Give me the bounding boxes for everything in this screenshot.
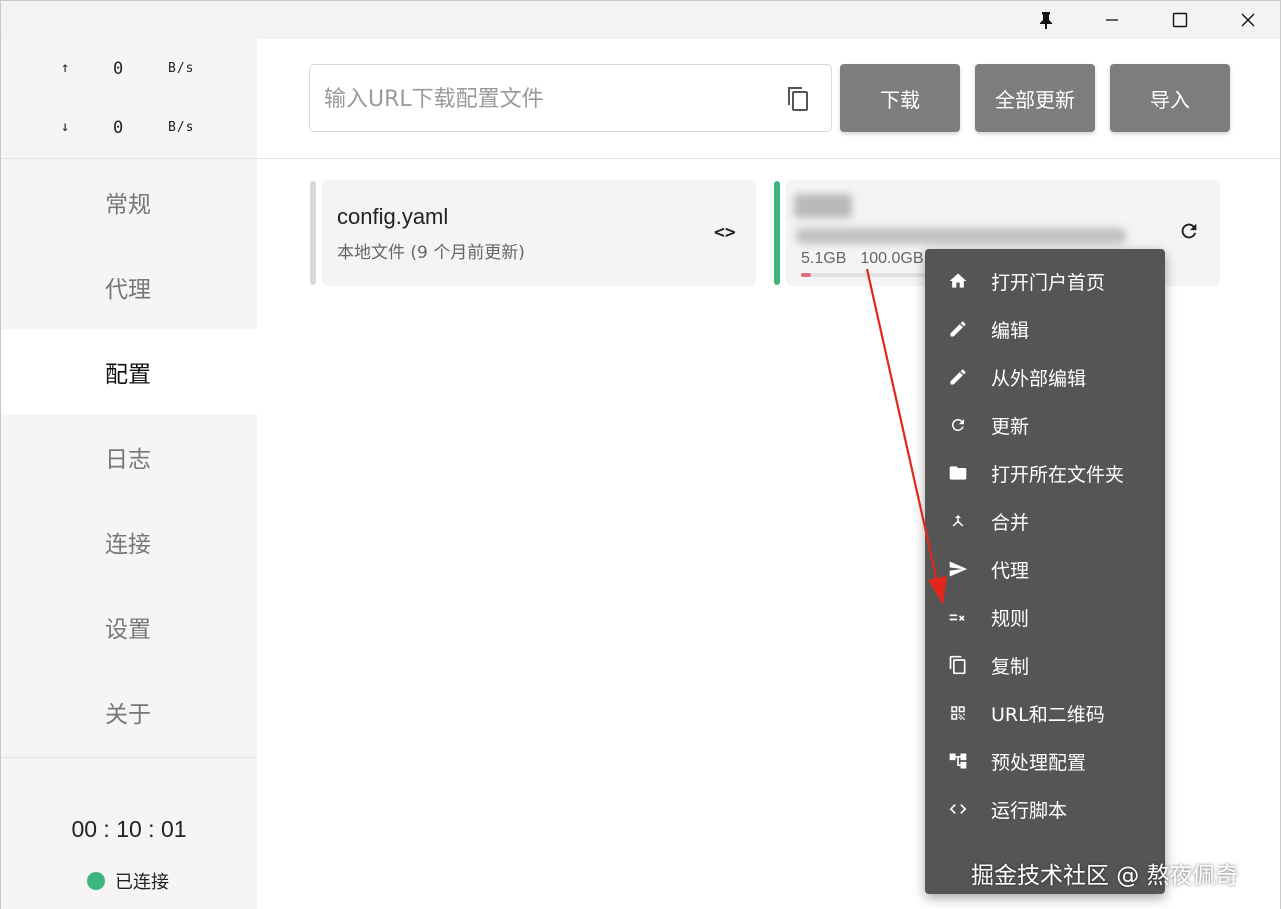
menu-item-label: 更新 — [991, 415, 1030, 438]
menu-item-label: 打开门户首页 — [991, 271, 1106, 294]
tree-icon — [947, 750, 969, 772]
menu-item-label: 预处理配置 — [991, 751, 1087, 774]
connection-label: 已连接 — [115, 872, 169, 893]
menu-item-open-folder[interactable]: 打开所在文件夹 — [925, 449, 1165, 497]
menu-item-label: 从外部编辑 — [991, 367, 1087, 390]
upload-speed: ↑ 0 B/s — [1, 55, 257, 85]
send-icon — [947, 558, 969, 580]
sidebar-item-logs[interactable]: 日志 — [1, 414, 257, 499]
url-input-box — [309, 64, 832, 132]
pencil-icon — [947, 366, 969, 388]
menu-item-label: URL和二维码 — [991, 703, 1105, 726]
refresh-icon — [947, 414, 969, 436]
menu-item-merge[interactable]: 合并 — [925, 497, 1165, 545]
menu-item-edit[interactable]: 编辑 — [925, 305, 1165, 353]
menu-item-label: 复制 — [991, 655, 1030, 678]
menu-item-label: 合并 — [991, 511, 1030, 534]
menu-item-update[interactable]: 更新 — [925, 401, 1165, 449]
menu-item-external-edit[interactable]: 从外部编辑 — [925, 353, 1165, 401]
uptime-timer: 00 : 10 : 01 — [71, 816, 187, 842]
usage-total: 100.0GB — [860, 250, 924, 267]
pencil-icon — [947, 318, 969, 340]
watermark: 掘金技术社区 @ 熬夜佩奇 — [971, 863, 1239, 889]
qrcode-icon — [947, 702, 969, 724]
traffic-monitor: ↑ 0 B/s ↓ 0 B/s — [1, 39, 257, 159]
menu-item-label: 运行脚本 — [991, 799, 1068, 822]
maximize-icon[interactable] — [1157, 1, 1203, 39]
upload-arrow-icon: ↑ — [61, 60, 70, 76]
home-icon — [947, 270, 969, 292]
copy-icon — [947, 654, 969, 676]
code-icon — [947, 798, 969, 820]
sidebar-item-general[interactable]: 常规 — [1, 159, 257, 244]
upload-unit: B/s — [168, 61, 195, 76]
sidebar-item-about[interactable]: 关于 — [1, 669, 257, 754]
sidebar-item-settings[interactable]: 设置 — [1, 584, 257, 669]
import-button[interactable]: 导入 — [1110, 64, 1230, 132]
usage-progress-fill — [801, 273, 812, 277]
menu-item-open-homepage[interactable]: 打开门户首页 — [925, 257, 1165, 305]
profile-toolbar: 下载 全部更新 导入 — [257, 39, 1280, 159]
folder-icon — [947, 462, 969, 484]
rule-icon — [947, 606, 969, 628]
refresh-icon[interactable] — [1178, 220, 1200, 242]
update-all-button[interactable]: 全部更新 — [975, 64, 1095, 132]
app-window: ↑ 0 B/s ↓ 0 B/s 常规 代理 配置 日志 连接 设置 关于 00 … — [0, 0, 1281, 909]
profile-card-indicator — [310, 181, 316, 285]
menu-item-duplicate[interactable]: 复制 — [925, 641, 1165, 689]
download-button[interactable]: 下载 — [840, 64, 960, 132]
menu-item-rules[interactable]: 规则 — [925, 593, 1165, 641]
upload-value: 0 — [113, 59, 124, 79]
menu-item-label: 代理 — [991, 559, 1030, 582]
menu-item-run-script[interactable]: 运行脚本 — [925, 785, 1165, 833]
merge-icon — [947, 510, 969, 532]
menu-item-proxies[interactable]: 代理 — [925, 545, 1165, 593]
menu-item-label: 打开所在文件夹 — [991, 463, 1125, 486]
menu-item-label: 编辑 — [991, 319, 1030, 342]
download-speed: ↓ 0 B/s — [1, 114, 257, 144]
blurred-profile-url — [796, 228, 1126, 244]
sidebar-item-connections[interactable]: 连接 — [1, 499, 257, 584]
menu-item-label: 规则 — [991, 607, 1030, 630]
blurred-profile-name — [794, 194, 852, 218]
sidebar-item-profiles[interactable]: 配置 — [1, 329, 257, 414]
sidebar-status: 00 : 10 : 01 已连接 — [1, 757, 257, 909]
profile-usage: 5.1GB 100.0GB — [801, 250, 938, 268]
paste-icon[interactable] — [784, 84, 812, 114]
connection-status: 已连接 — [87, 868, 169, 894]
profile-card-active-indicator — [774, 181, 780, 285]
sidebar: ↑ 0 B/s ↓ 0 B/s 常规 代理 配置 日志 连接 设置 关于 00 … — [1, 39, 257, 909]
close-icon[interactable] — [1225, 1, 1271, 39]
download-value: 0 — [113, 118, 124, 138]
profile-card-config[interactable]: config.yaml 本地文件 (9 个月前更新) <> — [322, 180, 756, 286]
usage-progress-bar — [801, 273, 931, 277]
code-icon[interactable]: <> — [714, 222, 736, 243]
pin-icon[interactable] — [1023, 1, 1069, 39]
sidebar-nav: 常规 代理 配置 日志 连接 设置 关于 — [1, 159, 257, 754]
usage-used: 5.1GB — [801, 250, 847, 267]
profile-name: config.yaml — [337, 204, 449, 229]
menu-item-url-qrcode[interactable]: URL和二维码 — [925, 689, 1165, 737]
download-unit: B/s — [168, 120, 195, 135]
minimize-icon[interactable] — [1089, 1, 1135, 39]
title-bar — [1, 1, 1280, 39]
sidebar-item-proxies[interactable]: 代理 — [1, 244, 257, 329]
status-dot-icon — [87, 872, 105, 890]
context-menu: 打开门户首页 编辑 从外部编辑 更新 打开所在文件夹 合并 代理 规则 复制 U… — [925, 249, 1165, 894]
download-arrow-icon: ↓ — [61, 119, 70, 135]
url-input[interactable] — [324, 81, 764, 117]
menu-item-preprocess[interactable]: 预处理配置 — [925, 737, 1165, 785]
profile-subtitle: 本地文件 (9 个月前更新) — [337, 243, 525, 263]
